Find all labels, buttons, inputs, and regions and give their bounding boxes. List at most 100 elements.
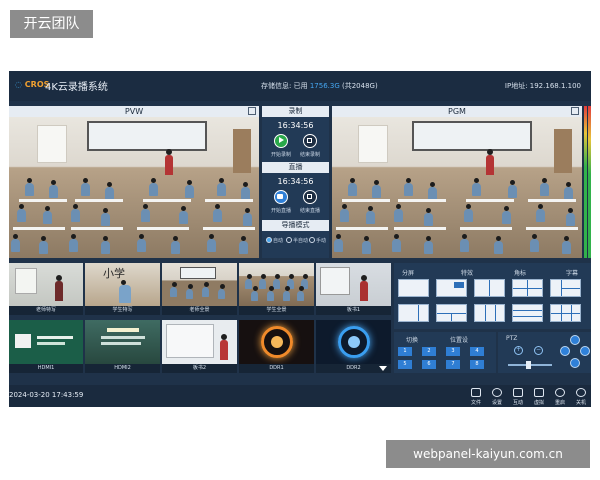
thumb-label: HDMI2 [85, 364, 160, 373]
door [233, 129, 251, 173]
ptz-down-button[interactable] [570, 358, 580, 368]
ptz-right-button[interactable] [580, 346, 590, 356]
switch-button-1[interactable]: 1 [398, 347, 412, 356]
zoom-in-icon[interactable]: + [514, 346, 523, 355]
layout-option[interactable] [550, 304, 581, 322]
thumb-label: 学生全景 [239, 306, 314, 315]
tab-badge[interactable]: 角标 [514, 268, 526, 277]
layout-option[interactable] [398, 279, 429, 297]
live-time: 16:34:56 [277, 177, 314, 186]
stop-live-label: 结束直播 [299, 208, 320, 214]
ptz-title: PTZ [506, 335, 518, 342]
file-button[interactable]: 文件 [467, 388, 485, 406]
tab-caption[interactable]: 字幕 [566, 268, 578, 277]
record-title: 录制 [262, 106, 329, 117]
layout-option[interactable] [512, 279, 543, 297]
watermark-top: 开云团队 [10, 10, 93, 38]
layout-option[interactable] [512, 304, 543, 322]
switch-button-7[interactable]: 7 [446, 360, 460, 369]
thumb-label: 学生特写 [85, 306, 160, 315]
source-ddr2[interactable]: DDR2 [316, 320, 391, 373]
source-board-1[interactable]: 板书1 [316, 263, 391, 315]
ptz-panel: PTZ + − [498, 332, 591, 373]
audio-meter [588, 106, 591, 258]
ptz-up-button[interactable] [570, 335, 580, 345]
pgm-header: PGM [332, 106, 582, 117]
gear-icon [492, 388, 502, 397]
director-auto-radio[interactable] [266, 237, 272, 243]
top-bar: ◌ CROS 4K云录播系统 存储信息: 已用 1756.3G (共2048G)… [9, 71, 591, 101]
switch-button-8[interactable]: 8 [470, 360, 484, 369]
switch-button-5[interactable]: 5 [398, 360, 412, 369]
pgm-video[interactable] [332, 117, 582, 258]
fullscreen-icon[interactable] [571, 107, 579, 115]
layout-option[interactable] [474, 279, 505, 297]
control-panel: 录制 16:34:56 开始录制 结束录制 直播 16:34:56 开始直播 结… [262, 106, 329, 258]
storage-used: 1756.3G [309, 82, 340, 90]
switch-button-3[interactable]: 3 [446, 347, 460, 356]
tab-split[interactable]: 分屏 [402, 268, 414, 277]
source-hdmi1[interactable]: HDMI1 [9, 320, 83, 373]
source-student-wide[interactable]: 学生全景 [239, 263, 314, 315]
zoom-out-icon[interactable]: − [534, 346, 543, 355]
layout-option[interactable] [398, 304, 429, 322]
layout-option[interactable] [436, 304, 467, 322]
pvw-video[interactable] [9, 117, 259, 258]
pvw-header: PVW [9, 106, 259, 117]
teacher-figure [486, 149, 494, 175]
restart-button[interactable]: 重启 [551, 388, 569, 406]
switch-button-2[interactable]: 2 [422, 347, 436, 356]
switch-button-4[interactable]: 4 [470, 347, 484, 356]
source-student-closeup[interactable]: 小学 学生特写 [85, 263, 160, 315]
speed-slider-thumb[interactable] [526, 361, 531, 369]
restart-icon [555, 388, 565, 397]
switch-button-6[interactable]: 6 [422, 360, 436, 369]
thumb-label: DDR1 [239, 364, 314, 373]
preset-title: 位置设 [450, 337, 469, 344]
layout-option[interactable] [474, 304, 505, 322]
bottom-bar: 2024-03-20 17:43:59 文件 设置 互动 虚拟 重启 关机 [9, 385, 591, 407]
start-record-label: 开始录制 [270, 152, 291, 158]
window [358, 125, 388, 163]
layout-option[interactable] [436, 279, 467, 297]
pgm-label: PGM [448, 107, 466, 116]
director-mode-title: 导播模式 [262, 220, 329, 231]
start-record-button[interactable] [274, 134, 288, 148]
interact-icon [513, 388, 523, 397]
source-teacher-closeup[interactable]: 老师特写 [9, 263, 83, 315]
director-auto-label: 自动 [273, 238, 284, 244]
students [332, 177, 582, 258]
window [37, 125, 67, 163]
storage-label: 存储信息: 已用 [261, 82, 308, 90]
interact-button[interactable]: 互动 [509, 388, 527, 406]
source-ddr1[interactable]: DDR1 [239, 320, 314, 373]
director-manual-radio[interactable] [309, 237, 315, 243]
director-semiauto-radio[interactable] [286, 237, 292, 243]
dropdown-arrow-icon[interactable] [379, 366, 387, 371]
switch-panel: 切换 位置设 1 2 3 4 5 6 7 8 [394, 332, 496, 373]
blackboard [412, 121, 532, 151]
source-teacher-wide[interactable]: 老师全景 [162, 263, 237, 315]
audio-meter [584, 106, 587, 258]
stop-record-label: 结束录制 [299, 152, 320, 158]
stop-live-button[interactable] [303, 190, 317, 204]
fullscreen-icon[interactable] [248, 107, 256, 115]
settings-button[interactable]: 设置 [488, 388, 506, 406]
ptz-left-button[interactable] [560, 346, 570, 356]
teacher-figure [165, 149, 173, 175]
thumb-label: 板书1 [316, 306, 391, 315]
stop-record-button[interactable] [303, 134, 317, 148]
director-semiauto-label: 半自动 [293, 238, 309, 244]
live-title: 直播 [262, 162, 329, 173]
record-time: 16:34:56 [277, 121, 314, 130]
start-live-label: 开始直播 [270, 208, 291, 214]
layout-option[interactable] [550, 279, 581, 297]
ip-address: IP地址: 192.168.1.100 [504, 82, 581, 90]
virtual-button[interactable]: 虚拟 [530, 388, 548, 406]
start-live-button[interactable] [274, 190, 288, 204]
source-board-2[interactable]: 板书2 [162, 320, 237, 373]
door [554, 129, 572, 173]
shutdown-button[interactable]: 关机 [572, 388, 590, 406]
tab-effect[interactable]: 特效 [461, 268, 473, 277]
source-hdmi2[interactable]: HDMI2 [85, 320, 160, 373]
